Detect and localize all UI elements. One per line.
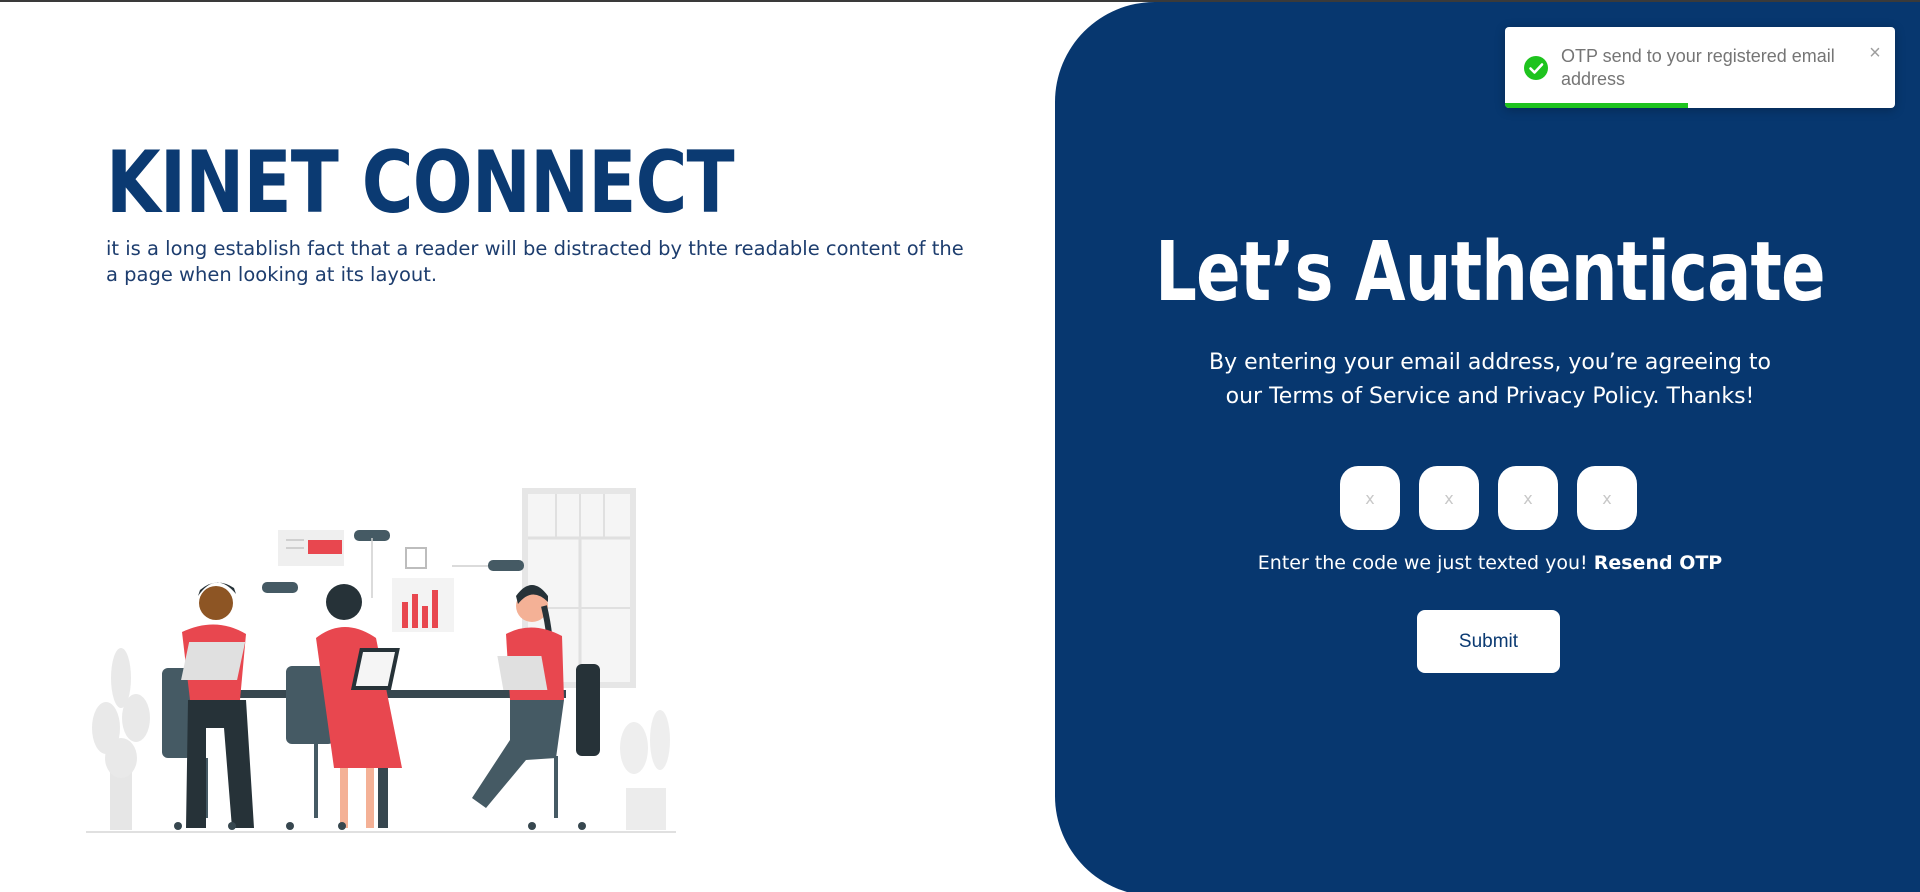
brand-tagline: it is a long establish fact that a reade…: [106, 237, 964, 286]
auth-panel: Let’s Authenticate By entering your emai…: [1055, 2, 1920, 892]
submit-button[interactable]: Submit: [1417, 610, 1560, 673]
auth-title: Let’s Authenticate: [1155, 225, 1825, 320]
otp-digit-4[interactable]: [1577, 466, 1637, 530]
toast-progress-track: [1505, 103, 1895, 108]
toast-progress-bar: [1505, 103, 1689, 108]
otp-input-group: [1340, 466, 1637, 530]
check-circle-icon: [1524, 56, 1548, 80]
resend-otp-link[interactable]: Resend OTP: [1594, 552, 1723, 574]
otp-sent-toast: OTP send to your registered email addres…: [1505, 27, 1895, 108]
otp-digit-3[interactable]: [1498, 466, 1558, 530]
auth-description: By entering your email address, you’re a…: [1208, 350, 1772, 409]
code-prompt-text: Enter the code we just texted you!: [1257, 552, 1588, 574]
otp-digit-2[interactable]: [1419, 466, 1479, 530]
close-icon[interactable]: ×: [1865, 43, 1885, 63]
otp-digit-1[interactable]: [1340, 466, 1400, 530]
toast-message: OTP send to your registered email addres…: [1561, 46, 1835, 89]
brand-title: KINET CONNECT: [106, 133, 735, 233]
code-prompt-line: Enter the code we just texted you! Resen…: [1055, 552, 1920, 574]
team-meeting-illustration: [86, 488, 676, 833]
